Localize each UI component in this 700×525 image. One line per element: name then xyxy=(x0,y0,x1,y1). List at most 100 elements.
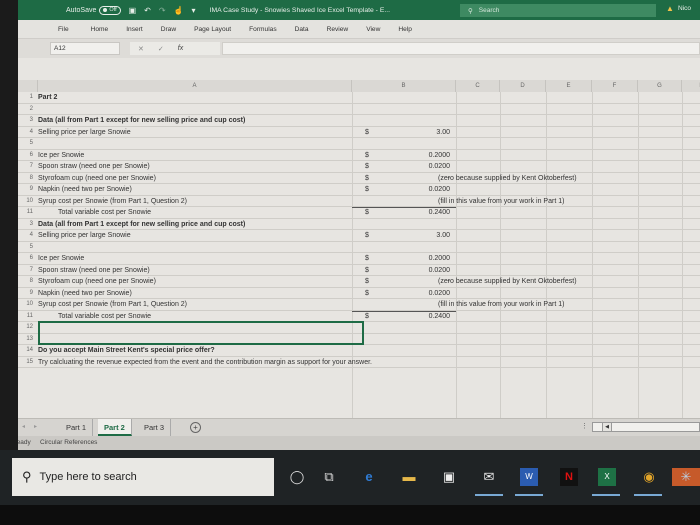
tab-home[interactable]: Home xyxy=(91,26,109,33)
enter-icon[interactable]: ✓ xyxy=(158,45,164,53)
cancel-icon[interactable]: ✕ xyxy=(138,45,144,53)
app-icon[interactable]: ✳ xyxy=(672,468,700,486)
scroll-left-icon[interactable]: ◀ xyxy=(602,422,612,432)
cell-a[interactable]: Data (all from Part 1 except for new sel… xyxy=(38,219,245,230)
row-number[interactable]: 8 xyxy=(18,173,36,184)
store-icon[interactable]: ▣ xyxy=(440,468,458,486)
row-number[interactable]: 10 xyxy=(18,299,36,310)
column-header-c[interactable]: C xyxy=(456,80,500,92)
cell-c-note[interactable]: (fill in this value from your work in Pa… xyxy=(438,299,564,310)
column-header-h[interactable]: H xyxy=(682,80,700,92)
tab-help[interactable]: Help xyxy=(398,26,412,33)
cell-a[interactable]: Syrup cost per Snowie (from Part 1, Ques… xyxy=(38,196,187,207)
cell-b[interactable]: 3.00 xyxy=(388,127,450,138)
cell-b[interactable]: 0.2000 xyxy=(388,150,450,161)
autosave-toggle[interactable]: Off xyxy=(99,5,121,15)
taskbar-search[interactable]: ⚲ Type here to search xyxy=(12,458,274,496)
cell-b[interactable]: 0.0200 xyxy=(388,161,450,172)
cell-a[interactable]: Part 2 xyxy=(38,92,57,103)
cell-c-note[interactable]: (zero because supplied by Kent Oktoberfe… xyxy=(438,173,577,184)
mail-icon[interactable]: ✉ xyxy=(480,468,498,486)
tab-insert[interactable]: Insert xyxy=(126,26,143,33)
row-number[interactable]: 15 xyxy=(18,357,36,368)
customize-qat-icon[interactable]: ▾ xyxy=(192,6,196,15)
add-sheet-button[interactable]: + xyxy=(190,422,201,433)
cell-b[interactable]: 3.00 xyxy=(388,230,450,241)
cell-a[interactable]: Napkin (need two per Snowie) xyxy=(38,288,132,299)
row-number[interactable]: 12 xyxy=(18,322,36,333)
cell-b[interactable]: 0.0200 xyxy=(388,184,450,195)
row-number[interactable]: 11 xyxy=(18,207,36,218)
cell-a[interactable]: Styrofoam cup (need one per Snowie) xyxy=(38,173,156,184)
tab-formulas[interactable]: Formulas xyxy=(249,26,276,33)
cell-a[interactable]: Do you accept Main Street Kent's special… xyxy=(38,345,215,356)
undo-icon[interactable]: ↶ xyxy=(144,6,151,15)
sheet-tab-part-2[interactable]: Part 2 xyxy=(98,419,132,436)
insert-function-icon[interactable]: fx xyxy=(178,45,183,52)
excel-icon[interactable]: X xyxy=(598,468,616,486)
row-number[interactable]: 7 xyxy=(18,161,36,172)
user-name[interactable]: Nico xyxy=(678,5,691,12)
selected-cell-a12[interactable] xyxy=(38,321,364,345)
edge-icon[interactable]: e xyxy=(360,468,378,486)
search-box[interactable]: ⚲ Search xyxy=(460,4,656,17)
redo-icon[interactable]: ↷ xyxy=(159,6,166,15)
row-number[interactable]: 10 xyxy=(18,196,36,207)
cell-a[interactable]: Try calcluating the revenue expected fro… xyxy=(38,357,372,368)
column-header-f[interactable]: F xyxy=(592,80,638,92)
row-number[interactable]: 3 xyxy=(18,115,36,126)
prev-sheet-icon[interactable]: ◂ xyxy=(22,423,25,430)
cell-a[interactable]: Napkin (need two per Snowie) xyxy=(38,184,132,195)
row-number[interactable]: 4 xyxy=(18,230,36,241)
row-number[interactable]: 7 xyxy=(18,265,36,276)
warning-icon[interactable]: ▲ xyxy=(666,4,674,13)
tab-page-layout[interactable]: Page Layout xyxy=(194,26,231,33)
row-number[interactable]: 9 xyxy=(18,184,36,195)
cell-b[interactable]: 0.2400 xyxy=(388,311,450,322)
cell-a[interactable]: Spoon straw (need one per Snowie) xyxy=(38,161,150,172)
netflix-icon[interactable]: N xyxy=(560,468,578,486)
cell-b[interactable]: 0.2400 xyxy=(388,207,450,218)
tab-view[interactable]: View xyxy=(366,26,380,33)
cell-c-note[interactable]: (fill in this value from your work in Pa… xyxy=(438,196,564,207)
row-number[interactable]: 5 xyxy=(18,138,36,149)
tab-data[interactable]: Data xyxy=(295,26,309,33)
touch-mode-icon[interactable]: ☝ xyxy=(174,6,184,15)
cell-a[interactable]: Ice per Snowie xyxy=(38,253,84,264)
row-number[interactable]: 6 xyxy=(18,253,36,264)
column-header-e[interactable]: E xyxy=(546,80,592,92)
column-header-b[interactable]: B xyxy=(352,80,456,92)
row-number[interactable]: 11 xyxy=(18,311,36,322)
tab-draw[interactable]: Draw xyxy=(161,26,176,33)
cell-a[interactable]: Spoon straw (need one per Snowie) xyxy=(38,265,150,276)
autosave[interactable]: AutoSave Off xyxy=(66,5,121,15)
tab-review[interactable]: Review xyxy=(327,26,349,33)
tab-split-handle[interactable]: ⋮ xyxy=(581,422,588,430)
column-header-corner[interactable] xyxy=(18,80,38,92)
column-header-g[interactable]: G xyxy=(638,80,682,92)
row-number[interactable]: 1 xyxy=(18,92,36,103)
cell-a[interactable]: Total variable cost per Snowie xyxy=(38,311,151,322)
cell-b[interactable]: 0.2000 xyxy=(388,253,450,264)
worksheet-grid[interactable]: A B C D E F G H 1Part 223Data (all from … xyxy=(18,80,700,422)
cell-a[interactable]: Selling price per large Snowie xyxy=(38,230,131,241)
cell-a[interactable]: Selling price per large Snowie xyxy=(38,127,131,138)
name-box[interactable]: A12 xyxy=(50,42,120,55)
row-number[interactable]: 5 xyxy=(18,242,36,253)
column-header-d[interactable]: D xyxy=(500,80,546,92)
sheet-tab-part-1[interactable]: Part 1 xyxy=(60,419,94,436)
tab-file[interactable]: File xyxy=(58,26,69,33)
sheet-tab-part-3[interactable]: Part 3 xyxy=(138,419,172,436)
save-icon[interactable]: ▣ xyxy=(129,6,137,15)
row-number[interactable]: 3 xyxy=(18,219,36,230)
row-number[interactable]: 8 xyxy=(18,276,36,287)
row-number[interactable]: 9 xyxy=(18,288,36,299)
row-number[interactable]: 4 xyxy=(18,127,36,138)
chrome-icon[interactable]: ◉ xyxy=(640,468,658,486)
row-number[interactable]: 6 xyxy=(18,150,36,161)
file-explorer-icon[interactable]: ▬ xyxy=(400,468,418,486)
cell-c-note[interactable]: (zero because supplied by Kent Oktoberfe… xyxy=(438,276,577,287)
cell-a[interactable]: Syrup cost per Snowie (from Part 1, Ques… xyxy=(38,299,187,310)
cell-b[interactable]: 0.0200 xyxy=(388,265,450,276)
cortana-icon[interactable]: ◯ xyxy=(288,468,306,486)
